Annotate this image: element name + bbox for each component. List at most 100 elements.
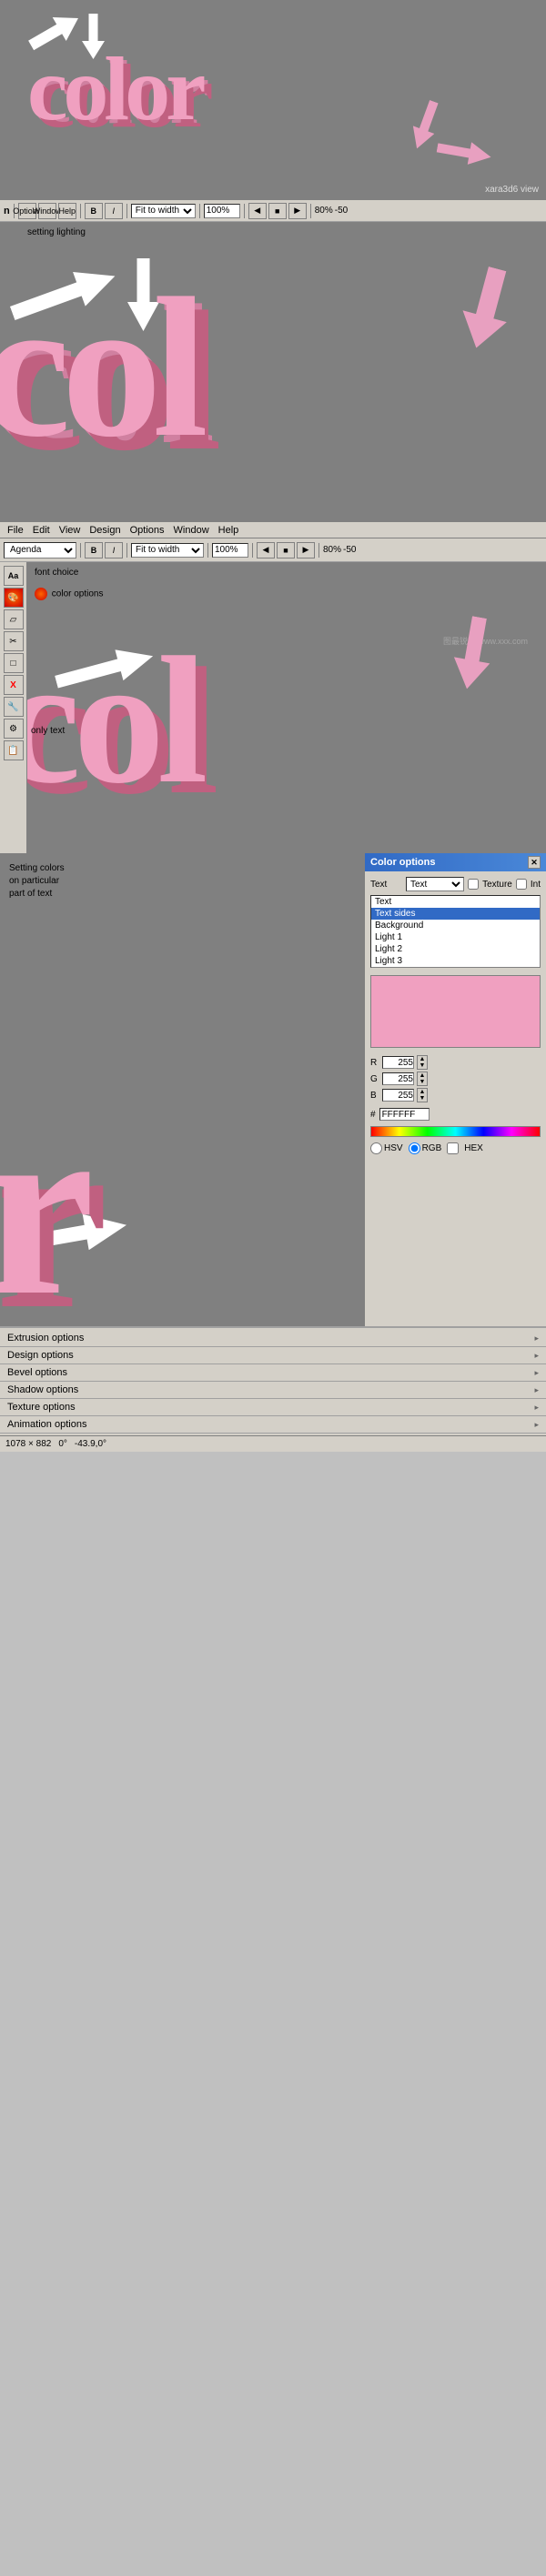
designer-canvas: font choice color options 图最锐利 www.xxx.c… [27,562,546,853]
rainbow-bar[interactable] [370,1126,541,1137]
r-row: R ▲ ▼ [370,1055,541,1070]
rotate-label: 80% [315,206,333,216]
b-input[interactable] [382,1089,414,1102]
canvas4: Setting colors on particular part of tex… [0,853,364,1326]
font-selector[interactable]: Agenda [4,542,76,558]
menu-options[interactable]: Options [130,525,165,536]
tool-color[interactable]: 🎨 [4,588,24,608]
menu-file[interactable]: File [7,525,24,536]
tool-clip[interactable]: 📋 [4,740,24,760]
g-spinner[interactable]: ▲ ▼ [417,1072,428,1086]
help-menu[interactable]: Help [58,203,76,219]
separator-3 [126,204,127,218]
align-left-btn[interactable]: ◀ [248,203,267,219]
designer-italic[interactable]: I [105,542,123,558]
dialog-titlebar: Color options ✕ [365,853,546,871]
color-icon [35,588,47,600]
tool-box[interactable]: □ [4,653,24,673]
bold-btn[interactable]: B [85,203,103,219]
r-spinner[interactable]: ▲ ▼ [417,1055,428,1070]
sep-d2 [126,543,127,558]
menu-view[interactable]: View [59,525,81,536]
animation-options-row[interactable]: Animation options ▸ [0,1416,546,1434]
tool-cut[interactable]: ✂ [4,631,24,651]
dimensions-label: 1078 × 882 [5,1439,51,1449]
list-item-light3[interactable]: Light 3 [371,955,540,967]
tool-x[interactable]: X [4,675,24,695]
bevel-options-row[interactable]: Bevel options ▸ [0,1364,546,1382]
menu-window[interactable]: Window [174,525,209,536]
texture-checkbox[interactable] [468,879,479,890]
hsv-rgb-row: HSV RGB HEX [370,1142,541,1154]
menu-edit[interactable]: Edit [33,525,50,536]
designer-zoom-dropdown[interactable]: Fit to width [131,543,204,558]
hsv-radio[interactable] [370,1142,382,1154]
designer-align-c[interactable]: ■ [277,542,295,558]
color-options-label: color options [35,588,103,600]
b-up[interactable]: ▲ [418,1089,427,1095]
color-options-dialog: Color options ✕ Text Text Texture Int Te… [364,853,546,1326]
g-down[interactable]: ▼ [418,1079,427,1085]
dialog-close-btn[interactable]: ✕ [528,856,541,869]
setting-lighting-label: setting lighting [27,227,86,237]
list-item-light1[interactable]: Light 1 [371,931,540,943]
align-center-btn[interactable]: ■ [268,203,287,219]
offset-label: -50 [335,206,348,216]
hsv-radio-label[interactable]: HSV [370,1142,403,1154]
extrusion-options-row[interactable]: Extrusion options ▸ [0,1330,546,1347]
align-right-btn[interactable]: ▶ [288,203,307,219]
animation-arrow: ▸ [534,1420,539,1430]
tool-shape[interactable]: ▱ [4,609,24,629]
texture-options-row[interactable]: Texture options ▸ [0,1399,546,1416]
shadow-options-row[interactable]: Shadow options ▸ [0,1382,546,1399]
tool-text[interactable]: Aa [4,566,24,586]
design-options-row[interactable]: Design options ▸ [0,1347,546,1364]
extrusion-arrow: ▸ [534,1333,539,1343]
only-text-label: only text [31,726,76,736]
design-options-label: Design options [7,1350,534,1361]
designer-align-l[interactable]: ◀ [257,542,275,558]
b-spinner[interactable]: ▲ ▼ [417,1088,428,1102]
shadow-options-label: Shadow options [7,1384,534,1395]
color-target-list[interactable]: Text Text sides Background Light 1 Light… [370,895,541,968]
tool-wrench[interactable]: 🔧 [4,697,24,717]
b-label: B [370,1091,379,1101]
designer-rotate: 80% [323,545,341,555]
zoom-dropdown[interactable]: Fit to width [131,204,196,218]
list-item-background[interactable]: Background [371,920,540,931]
int-label: Int [531,880,541,890]
rgb-radio[interactable] [409,1142,420,1154]
list-item-text-sides[interactable]: Text sides [371,908,540,920]
r-input[interactable] [382,1056,414,1069]
r-down[interactable]: ▼ [418,1062,427,1069]
menu-design[interactable]: Design [89,525,120,536]
color-target-select[interactable]: Text [406,877,464,891]
separator-6 [310,204,311,218]
tool-gear[interactable]: ⚙ [4,719,24,739]
designer-zoom-input[interactable] [212,543,248,558]
list-item-text[interactable]: Text [371,896,540,908]
b-down[interactable]: ▼ [418,1095,427,1102]
app-name-label: n [4,206,10,216]
coords-label: -43.9,0° [75,1439,106,1449]
italic-btn[interactable]: I [105,203,123,219]
watermark-text: 图最锐利 www.xxx.com [443,635,528,647]
window-menu[interactable]: Window [38,203,56,219]
r-up[interactable]: ▲ [418,1056,427,1062]
zoom-input[interactable] [204,204,240,218]
list-item-light2[interactable]: Light 2 [371,943,540,955]
separator-2 [80,204,81,218]
design-arrow: ▸ [534,1351,539,1361]
menu-help[interactable]: Help [218,525,239,536]
designer-offset: -50 [343,545,356,555]
texture-label: Texture [482,880,512,890]
hex-checkbox[interactable] [447,1142,459,1154]
rgb-radio-label[interactable]: RGB [409,1142,442,1154]
g-up[interactable]: ▲ [418,1072,427,1079]
int-checkbox[interactable] [516,879,527,890]
g-input[interactable] [382,1072,414,1085]
angle-label: 0° [58,1439,67,1449]
hex-input[interactable] [379,1108,430,1121]
designer-align-r[interactable]: ▶ [297,542,315,558]
designer-bold[interactable]: B [85,542,103,558]
